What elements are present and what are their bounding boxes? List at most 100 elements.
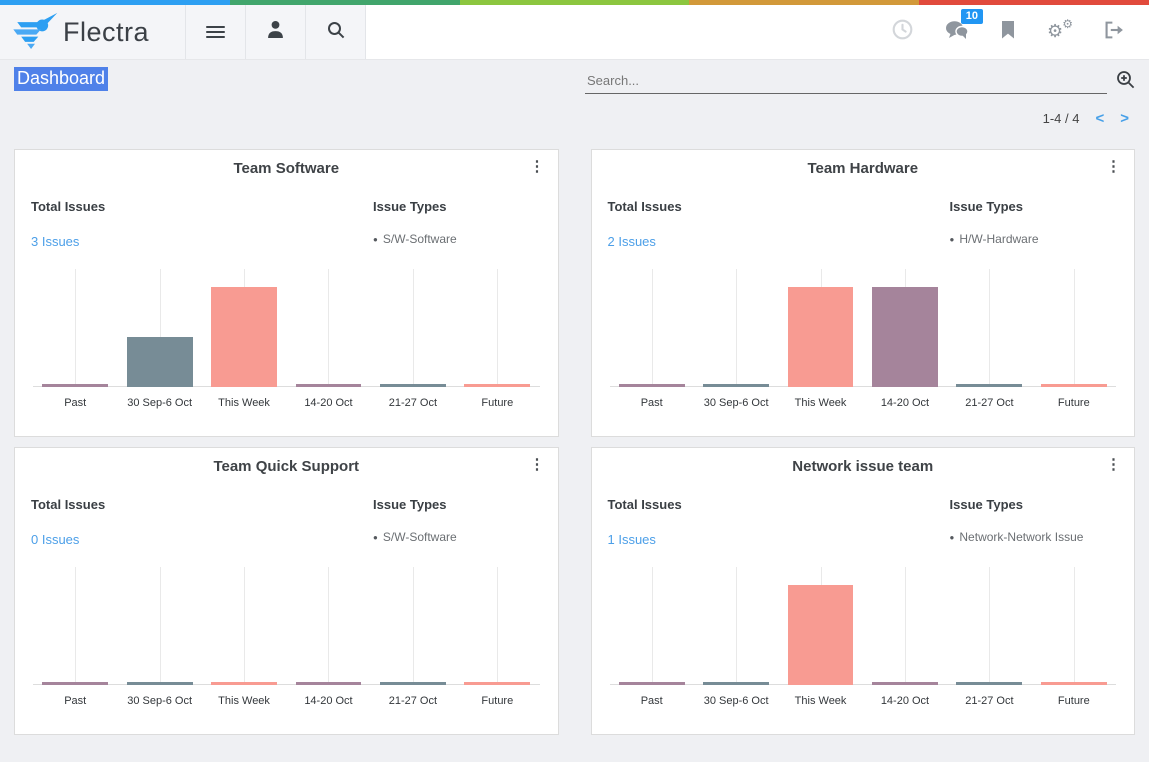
legend-item: ● H/W-Hardware: [950, 232, 1118, 246]
activities-button[interactable]: [892, 19, 913, 45]
issues-count-link[interactable]: 3 Issues: [31, 234, 79, 249]
chart-bar[interactable]: [619, 682, 685, 685]
total-issues-label: Total Issues: [608, 199, 950, 214]
legend-bullet-icon: ●: [373, 533, 378, 542]
page-title[interactable]: Dashboard: [14, 67, 108, 91]
chart-bar[interactable]: [296, 682, 362, 685]
kebab-menu-icon[interactable]: ⋮: [530, 455, 545, 473]
x-axis-label: This Week: [202, 397, 286, 409]
global-search-button[interactable]: [305, 5, 365, 59]
issues-count-link[interactable]: 2 Issues: [608, 234, 656, 249]
chart-category-slot: Future: [1032, 567, 1116, 717]
search-input[interactable]: [585, 69, 1107, 94]
logout-button[interactable]: [1105, 21, 1125, 44]
bookmark-button[interactable]: [1001, 21, 1015, 44]
chart-category-slot: 14-20 Oct: [863, 269, 947, 419]
legend-item: ● S/W-Software: [373, 232, 541, 246]
dashboard-grid: Team Software ⋮ Total Issues 3 Issues Is…: [14, 149, 1135, 735]
issues-count-link[interactable]: 0 Issues: [31, 532, 79, 547]
x-axis-label: 14-20 Oct: [863, 397, 947, 409]
issues-count-link[interactable]: 1 Issues: [608, 532, 656, 547]
chart-gridline: [75, 269, 76, 387]
chart-category-slot: Future: [455, 269, 539, 419]
x-axis-label: Past: [33, 695, 117, 707]
chart-bar[interactable]: [296, 384, 362, 387]
x-axis-label: Future: [455, 695, 539, 707]
chart-gridline: [989, 269, 990, 387]
apps-menu-button[interactable]: [185, 5, 245, 59]
chart-bar[interactable]: [872, 682, 938, 685]
legend-label: S/W-Software: [383, 530, 457, 544]
chart-bar[interactable]: [703, 682, 769, 685]
main-content: Dashboard 1-4 / 4 < > Team Software ⋮ To…: [0, 60, 1149, 735]
chart-bar[interactable]: [42, 384, 108, 387]
x-axis-label: 14-20 Oct: [286, 695, 370, 707]
settings-button[interactable]: ⚙⚙: [1047, 21, 1073, 43]
chart-bar[interactable]: [211, 682, 277, 685]
card-network-issue-team: Network issue team ⋮ Total Issues 1 Issu…: [591, 447, 1136, 735]
gears-icon: ⚙⚙: [1047, 21, 1073, 43]
chart-category-slot: 14-20 Oct: [286, 269, 370, 419]
zoom-in-search-icon[interactable]: [1116, 70, 1135, 94]
chart-bar[interactable]: [703, 384, 769, 387]
chart-bar[interactable]: [380, 682, 446, 685]
x-axis-label: 21-27 Oct: [947, 397, 1031, 409]
x-axis-label: 21-27 Oct: [371, 695, 455, 707]
clock-icon: [892, 19, 913, 45]
chart-gridline: [413, 567, 414, 685]
issue-types-label: Issue Types: [950, 497, 1118, 512]
x-axis-label: This Week: [202, 695, 286, 707]
card-title: Team Hardware: [592, 160, 1135, 177]
x-axis-label: Past: [610, 695, 694, 707]
pager-range: 1-4 / 4: [1043, 111, 1080, 126]
chart-bar[interactable]: [788, 585, 854, 685]
messages-count-badge: 10: [961, 9, 983, 24]
chart-bar[interactable]: [380, 384, 446, 387]
chart-bar[interactable]: [1041, 682, 1107, 685]
card-title: Team Quick Support: [15, 458, 558, 475]
total-issues-label: Total Issues: [608, 497, 950, 512]
legend-label: Network-Network Issue: [959, 530, 1083, 544]
card-team-quick-support: Team Quick Support ⋮ Total Issues 0 Issu…: [14, 447, 559, 735]
x-axis-label: 14-20 Oct: [863, 695, 947, 707]
chart-bar[interactable]: [788, 287, 854, 387]
pager-next-icon[interactable]: >: [1120, 110, 1129, 127]
chart-gridline: [497, 567, 498, 685]
chart-category-slot: 21-27 Oct: [371, 567, 455, 717]
x-axis-label: This Week: [778, 397, 862, 409]
navbar-right-group: 10 ⚙⚙: [892, 5, 1149, 59]
chart-bar[interactable]: [619, 384, 685, 387]
chart-category-slot: 30 Sep-6 Oct: [694, 567, 778, 717]
chart-gridline: [413, 269, 414, 387]
chart-bar[interactable]: [464, 682, 530, 685]
chart-bar[interactable]: [464, 384, 530, 387]
chart-bar[interactable]: [211, 287, 277, 387]
chart-category-slot: This Week: [778, 567, 862, 717]
chart-category-slot: 14-20 Oct: [863, 567, 947, 717]
logo-text: Flectra: [63, 17, 149, 48]
chart-bar[interactable]: [1041, 384, 1107, 387]
user-menu-button[interactable]: [245, 5, 305, 59]
messages-button[interactable]: 10: [945, 20, 969, 45]
total-issues-label: Total Issues: [31, 199, 373, 214]
kebab-menu-icon[interactable]: ⋮: [530, 157, 545, 175]
kebab-menu-icon[interactable]: ⋮: [1106, 455, 1121, 473]
x-axis-label: Past: [610, 397, 694, 409]
kebab-menu-icon[interactable]: ⋮: [1106, 157, 1121, 175]
x-axis-label: Future: [1032, 397, 1116, 409]
navbar-left-group: Flectra: [0, 5, 366, 59]
card-team-software: Team Software ⋮ Total Issues 3 Issues Is…: [14, 149, 559, 437]
chart-category-slot: 30 Sep-6 Oct: [694, 269, 778, 419]
flectra-logo[interactable]: Flectra: [0, 5, 185, 59]
chart-bar[interactable]: [956, 682, 1022, 685]
pager: 1-4 / 4 < >: [14, 94, 1135, 127]
chart-bar[interactable]: [42, 682, 108, 685]
chart-bar[interactable]: [127, 682, 193, 685]
legend-bullet-icon: ●: [373, 235, 378, 244]
card-team-hardware: Team Hardware ⋮ Total Issues 2 Issues Is…: [591, 149, 1136, 437]
chart-bar[interactable]: [127, 337, 193, 387]
pager-prev-icon[interactable]: <: [1095, 110, 1104, 127]
chart-bar[interactable]: [956, 384, 1022, 387]
chart-bar[interactable]: [872, 287, 938, 387]
chart-category-slot: This Week: [202, 567, 286, 717]
